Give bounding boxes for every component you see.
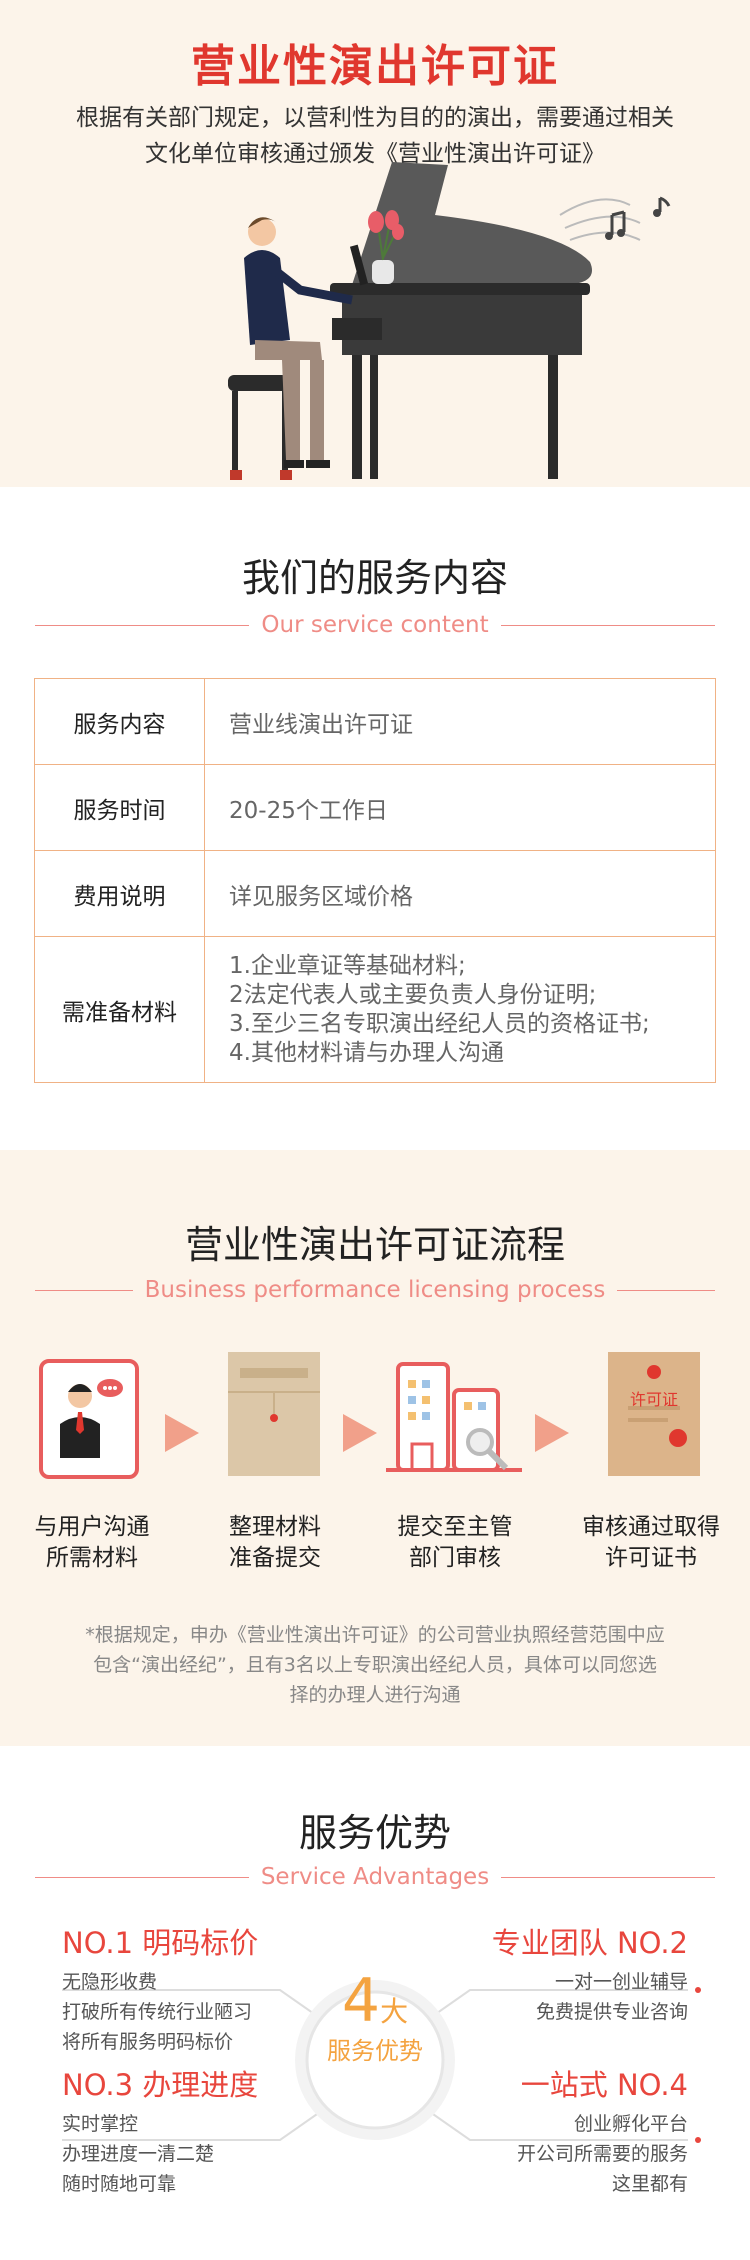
advantage-4-line: 开公司所需要的服务 (516, 2143, 688, 2165)
advantages-title: 服务优势 (298, 1811, 451, 1855)
advantage-1-line: 打破所有传统行业陋习 (62, 2001, 253, 2023)
note-line: 包含“演出经纪”，且有3名以上专职演出经纪人员，具体可以同您选 (93, 1654, 657, 1676)
pianist-illustration (228, 162, 671, 480)
process-subtitle-row: Business performance licensing process (35, 1275, 715, 1305)
advantage-2-line: 免费提供专业咨询 (535, 2001, 688, 2023)
service-title: 我们的服务内容 (241, 556, 508, 600)
row-key: 服务内容 (34, 678, 205, 765)
table-row: 服务时间 20-25个工作日 (34, 764, 716, 851)
step-label-line: 提交至主管 (397, 1514, 513, 1540)
advantage-1-title: NO.1 明码标价 (62, 1926, 259, 1960)
advantage-4-line: 这里都有 (611, 2173, 688, 2195)
step-label-line: 审核通过取得 (582, 1514, 720, 1540)
row-key: 费用说明 (34, 850, 205, 937)
divider-line (35, 1289, 133, 1291)
step-label-line: 部门审核 (409, 1545, 501, 1571)
advantages-subtitle: Service Advantages (260, 1864, 490, 1890)
service-table: 服务内容 营业线演出许可证 服务时间 20-25个工作日 费用说明 详见服务区域… (34, 678, 716, 1083)
hero-title: 营业性演出许可证 (191, 41, 559, 92)
step-label-line: 与用户沟通 (34, 1514, 150, 1540)
divider-line (617, 1289, 715, 1291)
advantage-3-line: 实时掌控 (62, 2113, 139, 2135)
service-subtitle-row: Our service content (35, 610, 715, 640)
advantage-1-line: 将所有服务明码标价 (62, 2031, 234, 2053)
advantage-3-title: NO.3 办理进度 (62, 2068, 259, 2102)
row-value: 20-25个工作日 (204, 764, 716, 851)
material-item: 3.至少三名专职演出经纪人员的资格证书; (229, 1010, 650, 1037)
advantage-3-line: 随时随地可靠 (62, 2173, 177, 2195)
advantage-3-line: 办理进度一清二楚 (62, 2143, 215, 2165)
badge-text: 服务优势 (327, 2037, 423, 2065)
step-label: 与用户沟通 所需材料 (0, 1512, 187, 1574)
badge-big: 大 (380, 1995, 409, 2028)
hero-section: 营业性演出许可证 根据有关部门规定，以营利性为目的的演出，需要通过相关 文化单位… (0, 0, 750, 487)
note-line: 择的办理人进行沟通 (289, 1684, 461, 1706)
advantages-subtitle-row: Service Advantages (35, 1862, 715, 1892)
divider-line (35, 1876, 249, 1878)
process-subtitle: Business performance licensing process (144, 1277, 606, 1303)
service-subtitle: Our service content (261, 612, 489, 638)
advantages-badge: 4大 服务优势 (295, 1965, 455, 2066)
divider-line (500, 624, 715, 626)
material-item: 2法定代表人或主要负责人身份证明; (229, 981, 597, 1008)
row-value: 营业线演出许可证 (204, 678, 716, 765)
process-note: *根据规定，申办《营业性演出许可证》的公司营业执照经营范围中应 包含“演出经纪”… (70, 1620, 680, 1710)
certificate-text: 许可证 (629, 1390, 678, 1409)
step-arrow-icon (165, 1414, 199, 1452)
step-arrow-icon (535, 1414, 569, 1452)
step-label-line: 整理材料 (229, 1514, 321, 1540)
advantage-2-title: 专业团队 NO.2 (491, 1926, 688, 1960)
building-search-icon (386, 1362, 522, 1472)
table-row: 需准备材料 1.企业章证等基础材料; 2法定代表人或主要负责人身份证明; 3.至… (34, 936, 716, 1083)
badge-number: 4 (341, 1966, 381, 2036)
step-label-line: 所需材料 (46, 1545, 138, 1571)
material-item: 1.企业章证等基础材料; (229, 952, 466, 979)
note-line: *根据规定，申办《营业性演出许可证》的公司营业执照经营范围中应 (85, 1624, 665, 1646)
envelope-icon (228, 1352, 320, 1476)
step-label-line: 许可证书 (605, 1545, 697, 1571)
step-label: 提交至主管 部门审核 (360, 1512, 550, 1574)
process-title: 营业性演出许可证流程 (184, 1223, 565, 1267)
step-label: 审核通过取得 许可证书 (556, 1512, 746, 1574)
certificate-icon: 许可证 (608, 1352, 700, 1476)
advantage-4-line: 创业孵化平台 (573, 2113, 688, 2135)
advantage-2-line: 一对一创业辅导 (554, 1971, 688, 1993)
row-value: 详见服务区域价格 (204, 850, 716, 937)
row-key: 需准备材料 (34, 936, 205, 1083)
materials-list: 1.企业章证等基础材料; 2法定代表人或主要负责人身份证明; 3.至少三名专职演… (204, 936, 716, 1083)
user-chat-icon (39, 1359, 139, 1479)
music-notes-icon (559, 196, 671, 241)
step-label-line: 准备提交 (229, 1545, 321, 1571)
divider-line (501, 1876, 715, 1878)
divider-line (35, 624, 250, 626)
step-arrow-icon (343, 1414, 377, 1452)
material-item: 4.其他材料请与办理人沟通 (229, 1039, 504, 1066)
advantage-4-title: 一站式 NO.4 (520, 2068, 688, 2102)
row-key: 服务时间 (34, 764, 205, 851)
hero-desc-line-1: 根据有关部门规定，以营利性为目的的演出，需要通过相关 (76, 105, 674, 131)
step-label: 整理材料 准备提交 (180, 1512, 370, 1574)
table-row: 服务内容 营业线演出许可证 (34, 678, 716, 765)
advantage-1-line: 无隐形收费 (62, 1971, 158, 1993)
table-row: 费用说明 详见服务区域价格 (34, 850, 716, 937)
